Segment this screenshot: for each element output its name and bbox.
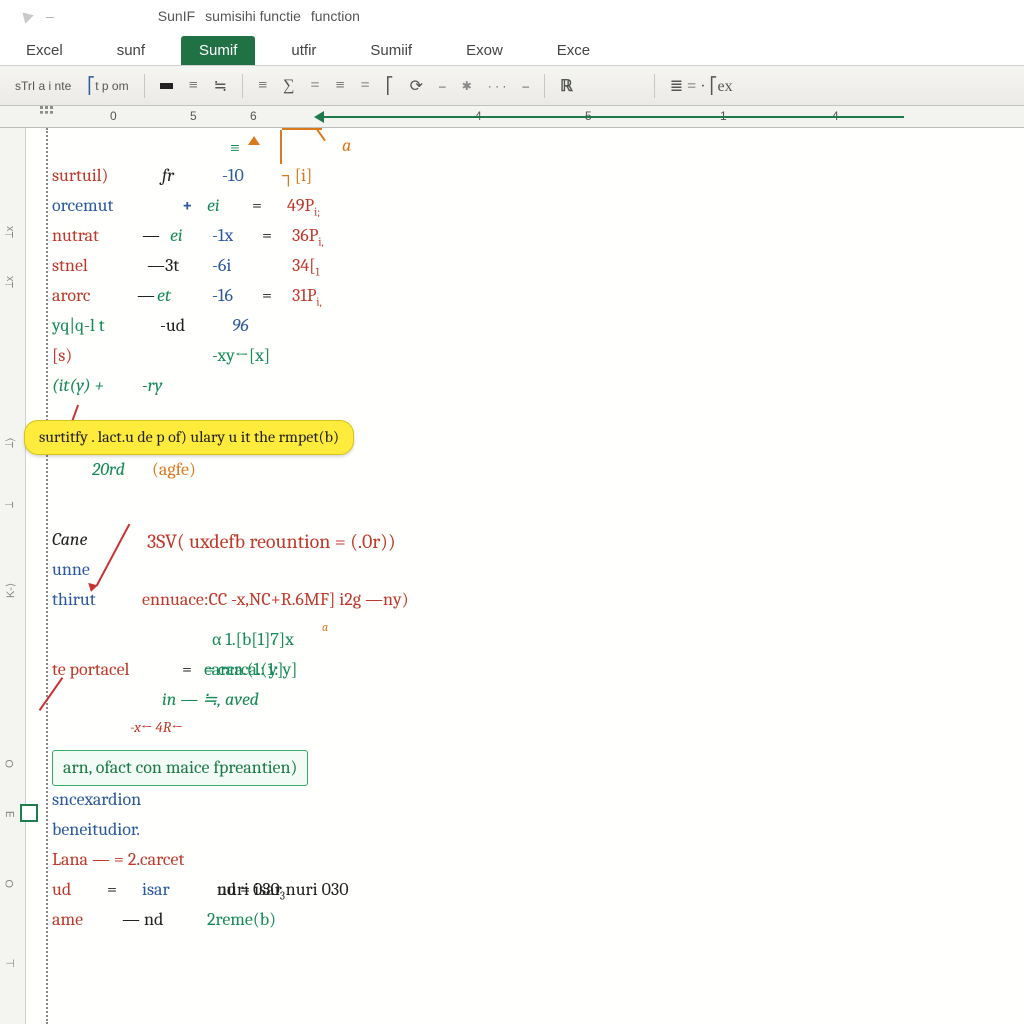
data-row-7: (it(y) + -ry bbox=[52, 372, 1014, 402]
tab-excel[interactable]: Excel bbox=[8, 36, 81, 65]
list2-icon[interactable]: ≡ bbox=[331, 74, 350, 98]
highlight-text: surtitfy . lact.u de p of) ulary u it th… bbox=[24, 420, 354, 455]
sigma-icon[interactable]: ∑ bbox=[278, 74, 299, 98]
tab-list: Excel sunf Sumif utfir Sumiif Exow Exce bbox=[0, 32, 1024, 66]
data-row-5: yq|q-l t -ud 96 bbox=[52, 312, 1014, 342]
note-row: 20rd (agfe) bbox=[52, 456, 1014, 486]
equiv-icon: ≡ bbox=[230, 134, 240, 162]
data-row-2: nutrat — ei -1x = 36Pi, bbox=[52, 222, 1014, 252]
data-row-4: arorc — et -16 = 31Pi, bbox=[52, 282, 1014, 312]
highlight-row: surtitfy . lact.u de p of) ulary u it th… bbox=[52, 420, 1014, 450]
ribbon-text-left[interactable]: sTrI a i nte bbox=[10, 76, 76, 96]
title-bar: – SunIF sumisihi functie function bbox=[0, 0, 1024, 32]
data-row-0: surtuil) fr -10 ┐[i] bbox=[52, 162, 1014, 192]
title-app: SunIF bbox=[158, 8, 195, 24]
tab-exow[interactable]: Exow bbox=[448, 36, 521, 65]
content-area: ≡ a surtuil) fr -10 ┐[i] orcemut + ei = … bbox=[52, 132, 1014, 936]
row-gutter: ⟘x ⟘x ⟘⟩ ⟘ K-⟩ O ∃ O ⊥ bbox=[0, 128, 26, 1024]
ribbon-dots[interactable]: · · · bbox=[483, 76, 512, 96]
refresh-icon[interactable]: ⟳ bbox=[405, 73, 428, 99]
doc-icon bbox=[18, 8, 34, 24]
tab-sumif[interactable]: Sumif bbox=[181, 36, 255, 65]
data-row-3: stnel —3t -6i 34[1 bbox=[52, 252, 1014, 282]
list-icon[interactable]: ≡ bbox=[253, 74, 272, 98]
col-5[interactable]: 5 bbox=[190, 109, 197, 123]
annot-a: a bbox=[342, 132, 351, 160]
tab-sunf[interactable]: sunf bbox=[99, 36, 163, 65]
ribbon-dash2[interactable]: – bbox=[517, 76, 534, 96]
workspace: ⟘x ⟘x ⟘⟩ ⟘ K-⟩ O ∃ O ⊥ ≡ a surtuil) fr -… bbox=[0, 128, 1024, 1024]
data-row-1: orcemut + ei = 49Pi; bbox=[52, 192, 1014, 222]
eq3-icon[interactable]: = bbox=[356, 74, 375, 98]
tab-utfir[interactable]: utfir bbox=[273, 36, 334, 65]
enn-row: thirut ennuace:CC -x,NC+R.6MF] i2g —ny) bbox=[52, 586, 1014, 616]
greenbox-row: arn, ofact con maice fpreantien) bbox=[52, 750, 1014, 780]
eq2-icon[interactable]: = bbox=[306, 74, 325, 98]
set-R-icon[interactable]: ℝ bbox=[555, 73, 578, 99]
cane-row: Cane 3SV( uxdefb reountion = (.0r)) bbox=[52, 526, 1014, 556]
portacel-row: te portacel = = carca.(1: y] carca.(1: y… bbox=[52, 656, 1014, 686]
col-6[interactable]: 6 bbox=[250, 109, 257, 123]
bracket-icon[interactable]: ⎡ bbox=[381, 73, 399, 99]
tab-exce[interactable]: Exce bbox=[539, 36, 608, 65]
column-header: 0 5 6 4 5 1 4 bbox=[0, 106, 1024, 128]
title-doc: function bbox=[311, 8, 360, 24]
approx-icon[interactable]: ≒ bbox=[209, 73, 232, 99]
cell-cursor[interactable] bbox=[20, 804, 38, 822]
col-0[interactable]: 0 bbox=[110, 109, 117, 123]
header-arrow-line bbox=[320, 116, 904, 118]
titlebar-sep: – bbox=[46, 8, 54, 24]
formula-text: 3SV( uxdefb reountion = (.0r)) bbox=[147, 526, 396, 557]
ribbon-group1[interactable]: ⎡t p om bbox=[82, 73, 133, 99]
ruler bbox=[26, 128, 48, 1024]
ribbon-divider bbox=[144, 74, 145, 98]
tab-sumiif[interactable]: Sumiif bbox=[352, 36, 430, 65]
equal-icon[interactable]: ≡ bbox=[184, 74, 203, 98]
title-sub: sumisihi functie bbox=[205, 8, 301, 24]
ribbon-toolbar: sTrI a i nte ⎡t p om ≡ ≒ ≡ ∑ = ≡ = ⎡ ⟳ –… bbox=[0, 66, 1024, 106]
ribbon-dash[interactable]: – bbox=[434, 76, 451, 96]
ribbon-right-group[interactable]: ≣ = · ⎡ex bbox=[665, 73, 738, 99]
green-hint: arn, ofact con maice fpreantien) bbox=[52, 750, 308, 786]
data-row-6: [s) -xy←[x] bbox=[52, 342, 1014, 372]
left-arrow-icon bbox=[314, 111, 324, 123]
